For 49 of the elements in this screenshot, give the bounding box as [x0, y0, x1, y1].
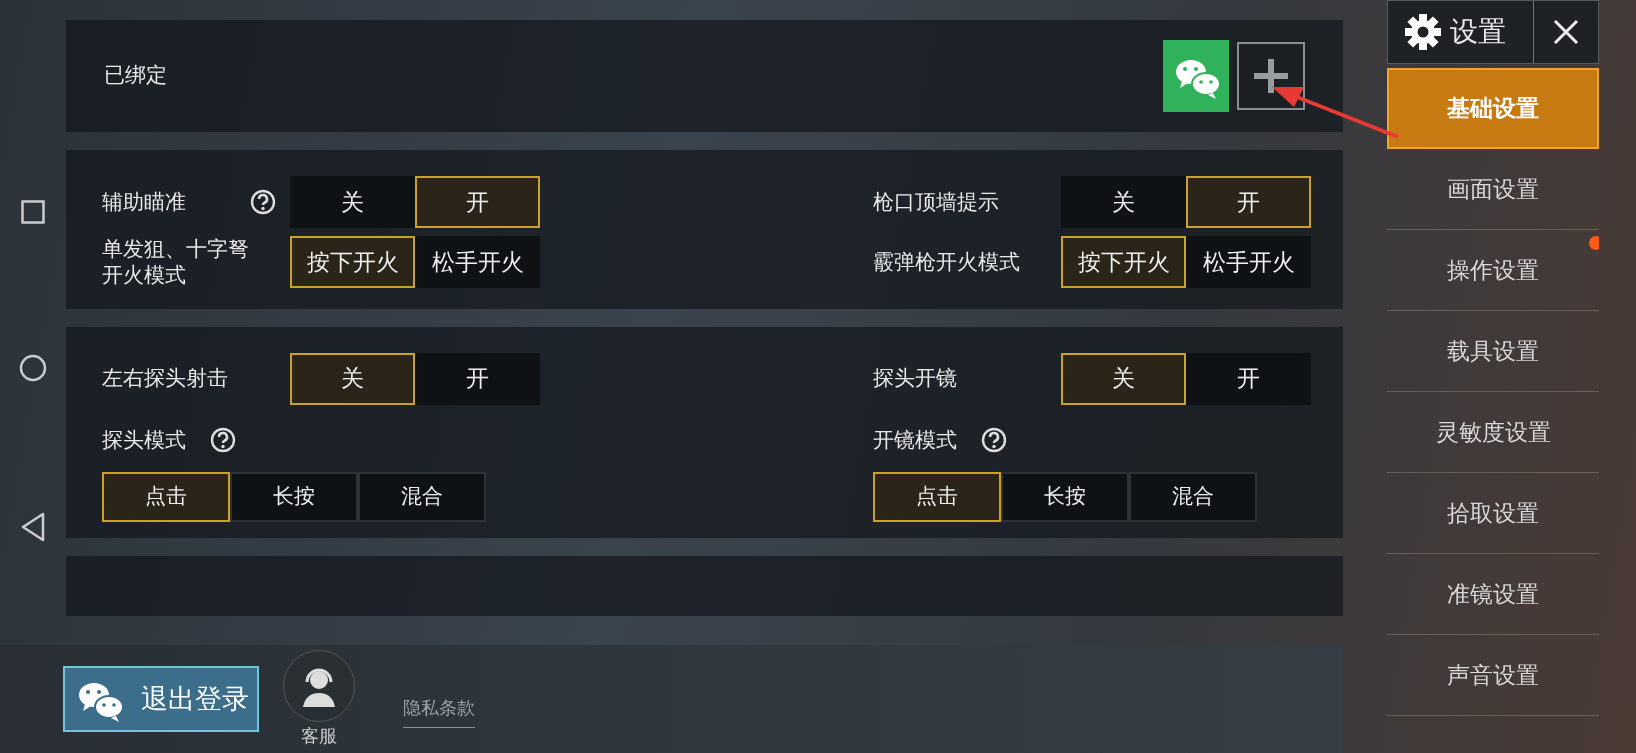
sidebar-tab[interactable]: 拾取设置 [1387, 473, 1599, 554]
option-button[interactable]: 混合 [358, 472, 486, 522]
option-button[interactable]: 混合 [1129, 472, 1258, 522]
option-button[interactable]: 开 [415, 352, 540, 405]
option-button[interactable]: 按下开火 [1061, 236, 1187, 289]
option-button[interactable]: 松手开火 [1186, 236, 1312, 289]
option-button[interactable]: 长按 [230, 472, 358, 522]
close-icon [1551, 17, 1581, 47]
option-button[interactable]: 开 [1186, 352, 1312, 405]
setting-label: 霰弹枪开火模式 [873, 249, 1021, 276]
back-nav-icon[interactable] [20, 512, 46, 542]
circle-nav-icon[interactable] [19, 354, 47, 382]
option-button[interactable]: 关 [1061, 176, 1187, 228]
setting-label: 辅助瞄准 [102, 188, 186, 216]
sidebar-tab[interactable]: 载具设置 [1387, 311, 1599, 392]
sidebar-tab[interactable]: 声音设置 [1387, 635, 1599, 716]
sidebar-tab[interactable]: 操作设置 [1387, 230, 1599, 311]
option-button[interactable]: 松手开火 [415, 236, 540, 289]
setting-label: 左右探头射击 [102, 365, 228, 392]
option-button[interactable]: 开 [1186, 176, 1312, 228]
help-icon[interactable] [981, 427, 1008, 454]
help-icon[interactable] [250, 189, 276, 215]
privacy-link[interactable]: 隐私条款 [403, 694, 475, 728]
setting-label: 单发狙、十字弩开火模式 [102, 236, 250, 289]
setting-label: 枪口顶墙提示 [873, 188, 1000, 216]
add-account-button[interactable] [1237, 42, 1305, 110]
sidebar-tab[interactable]: 画面设置 [1387, 149, 1599, 230]
setting-label: 开镜模式 [873, 426, 958, 454]
settings-icon [1404, 13, 1442, 51]
account-status-label: 已绑定 [104, 62, 168, 90]
sidebar-tab[interactable]: 灵敏度设置 [1387, 392, 1599, 473]
option-button[interactable]: 点击 [873, 472, 1002, 522]
option-button[interactable]: 按下开火 [290, 236, 415, 289]
option-button[interactable]: 点击 [102, 472, 230, 522]
setting-label: 探头开镜 [873, 365, 958, 392]
logout-button[interactable]: 退出登录 [63, 666, 259, 732]
setting-label: 探头模式 [102, 426, 186, 454]
wechat-icon[interactable] [1163, 40, 1229, 112]
support-label: 客服 [301, 723, 337, 748]
option-button[interactable]: 关 [290, 352, 415, 405]
option-button[interactable]: 开 [415, 176, 540, 228]
square-nav-icon[interactable] [21, 200, 45, 224]
plus-icon [1251, 56, 1291, 96]
help-icon[interactable] [210, 427, 236, 454]
sidebar-tab[interactable]: 准镜设置 [1387, 554, 1599, 635]
settings-title: 设置 [1450, 14, 1506, 50]
option-button[interactable]: 关 [290, 176, 415, 228]
option-button[interactable]: 长按 [1001, 472, 1130, 522]
option-button[interactable]: 关 [1061, 352, 1187, 405]
